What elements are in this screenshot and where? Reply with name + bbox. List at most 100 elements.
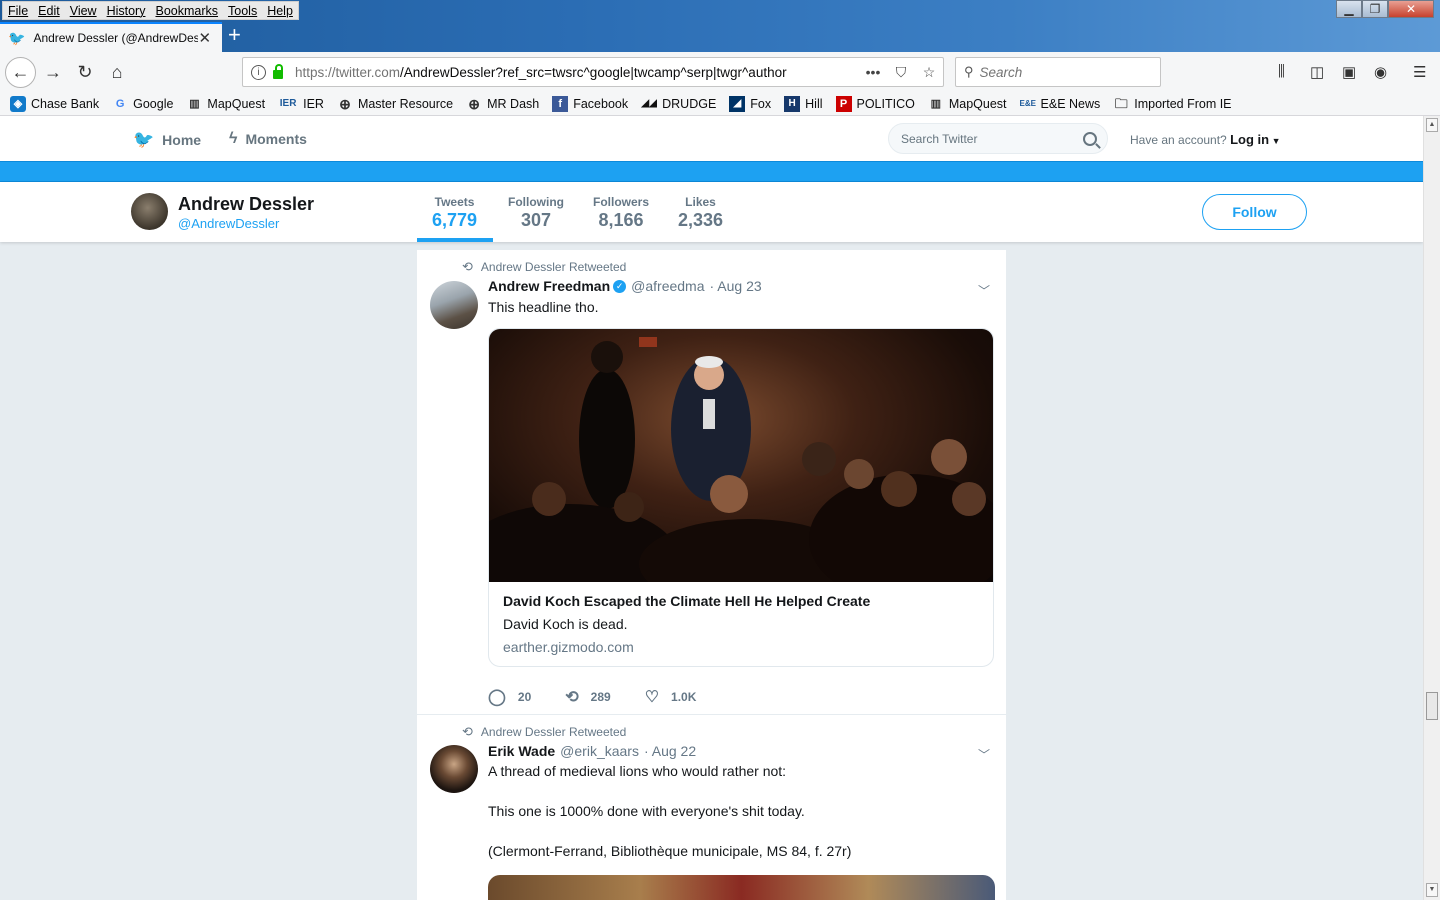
mapquest-icon: ▥ <box>930 97 942 110</box>
reload-button[interactable]: ↻ <box>71 58 99 86</box>
minimize-button[interactable]: ▁ <box>1336 0 1362 18</box>
profile-name[interactable]: Andrew Dessler <box>178 194 314 215</box>
menu-view[interactable]: View <box>65 2 102 19</box>
browser-search-placeholder: Search <box>979 64 1023 80</box>
bookmark-fox[interactable]: ◢ Fox <box>729 95 771 112</box>
page-viewport: 🐦 Home ϟ Moments Search Twitter Have an … <box>0 116 1423 900</box>
info-icon[interactable]: i <box>251 64 266 80</box>
scroll-down-arrow-icon[interactable]: ▼ <box>1426 883 1438 897</box>
browser-search-bar[interactable]: ⚲ Search <box>955 57 1161 87</box>
bookmark-ier[interactable]: IER IER <box>278 96 324 112</box>
card-domain: earther.gizmodo.com <box>503 639 634 655</box>
new-tab-button[interactable]: + <box>228 24 241 46</box>
menu-help[interactable]: Help <box>262 2 298 19</box>
tweet[interactable]: ⟲ Andrew Dessler Retweeted Andrew Freedma… <box>417 250 1006 714</box>
url-bar[interactable]: i https://twitter.com/AndrewDessler?ref_… <box>242 57 944 87</box>
menu-bar: File Edit View History Bookmarks Tools H… <box>2 1 299 20</box>
menu-bookmarks[interactable]: Bookmarks <box>150 2 223 19</box>
window-controls: ▁ ❐ ✕ <box>1336 0 1434 18</box>
page-actions-icon[interactable]: ••• <box>859 64 887 80</box>
tweet[interactable]: ⟲ Andrew Dessler Retweeted Erik Wade @eri… <box>417 715 1006 900</box>
tweet-date[interactable]: · Aug 22 <box>644 743 696 759</box>
browser-tab[interactable]: 🐦 Andrew Dessler (@AndrewDess ✕ <box>0 22 222 52</box>
author-name[interactable]: Erik Wade <box>488 743 555 759</box>
tweet-image[interactable] <box>488 875 995 900</box>
avatar[interactable] <box>430 745 478 793</box>
lightning-icon: ϟ <box>229 130 238 147</box>
library-icon[interactable]: ⫼ <box>1278 63 1285 80</box>
retweet-context: ⟲ Andrew Dessler Retweeted <box>462 724 627 739</box>
active-tab-indicator <box>417 238 493 242</box>
bookmark-chase-bank[interactable]: ◈ Chase Bank <box>10 95 99 112</box>
bookmark-politico[interactable]: P POLITICO <box>835 95 915 112</box>
stat-followers[interactable]: Followers 8,166 <box>593 195 649 231</box>
politico-icon: P <box>835 95 852 112</box>
scrollbar-thumb[interactable] <box>1426 692 1438 720</box>
bookmark-google[interactable]: G Google <box>112 96 174 112</box>
menu-edit[interactable]: Edit <box>33 2 65 19</box>
chevron-down-icon[interactable]: ﹀ <box>978 282 992 298</box>
home-button[interactable]: ⌂ <box>103 58 131 86</box>
chevron-down-icon[interactable]: ﹀ <box>978 746 992 762</box>
retweet-button[interactable]: ⟲ 289 <box>565 687 610 707</box>
bookmark-ee-news[interactable]: E&E E&E News <box>1020 96 1101 112</box>
reply-button[interactable]: ◯ 20 <box>488 687 531 707</box>
bookmark-master-resource[interactable]: ⊕ Master Resource <box>337 96 453 112</box>
forward-button[interactable]: → <box>39 58 67 86</box>
stat-tweets[interactable]: Tweets 6,779 <box>432 195 477 231</box>
menu-file[interactable]: File <box>3 2 33 19</box>
bookmark-facebook[interactable]: f Facebook <box>552 95 628 112</box>
search-icon: ⚲ <box>964 64 974 79</box>
tweet-header: Erik Wade @erik_kaars · Aug 22 <box>488 743 696 759</box>
bookmark-star-icon[interactable]: ☆ <box>915 64 943 81</box>
close-window-button[interactable]: ✕ <box>1388 0 1434 18</box>
author-handle[interactable]: @erik_kaars <box>560 743 639 759</box>
page-scrollbar[interactable]: ▲ ▼ <box>1423 116 1440 900</box>
maximize-button[interactable]: ❐ <box>1362 0 1388 18</box>
tweet-text: This headline tho. <box>488 299 599 315</box>
reply-icon: ◯ <box>488 689 506 706</box>
nav-home[interactable]: 🐦 Home <box>133 130 201 150</box>
avatar[interactable] <box>430 281 478 329</box>
bookmark-mapquest-2[interactable]: ▥ MapQuest <box>928 96 1007 112</box>
close-tab-icon[interactable]: ✕ <box>198 29 211 47</box>
bookmark-drudge[interactable]: ◢◢ DRUDGE <box>641 96 716 112</box>
drudge-icon: ◢◢ <box>641 97 657 109</box>
sidebar-icon[interactable]: ◫ <box>1310 63 1324 81</box>
back-button[interactable]: ← <box>5 57 36 88</box>
profile-avatar[interactable] <box>131 193 168 230</box>
bookmark-hill[interactable]: H Hill <box>784 95 823 112</box>
account-icon[interactable]: ◉ <box>1374 63 1387 81</box>
bookmarks-toolbar: ◈ Chase Bank G Google ▥ MapQuest IER IER ⊕ Ma… <box>0 92 1440 116</box>
tweet-date[interactable]: · Aug 23 <box>710 278 762 294</box>
twitter-search-input[interactable]: Search Twitter <box>888 123 1108 154</box>
stat-following[interactable]: Following 307 <box>508 195 564 231</box>
tweet-text-line: This one is 1000% done with everyone's s… <box>488 803 805 819</box>
profile-handle[interactable]: @AndrewDessler <box>178 216 279 231</box>
nav-moments[interactable]: ϟ Moments <box>229 130 307 148</box>
follow-button[interactable]: Follow <box>1202 194 1307 230</box>
menu-tools[interactable]: Tools <box>223 2 262 19</box>
menu-history[interactable]: History <box>102 2 151 19</box>
author-handle[interactable]: @afreedma <box>631 278 704 294</box>
profile-banner <box>0 161 1423 182</box>
bookmark-mr-dash[interactable]: ⊕ MR Dash <box>466 96 539 112</box>
magnifier-icon[interactable] <box>1083 131 1097 146</box>
pocket-icon[interactable]: ⛉ <box>887 64 915 81</box>
stat-likes[interactable]: Likes 2,336 <box>678 195 723 231</box>
timeline: ⟲ Andrew Dessler Retweeted Andrew Freedma… <box>417 250 1006 900</box>
scroll-up-arrow-icon[interactable]: ▲ <box>1426 118 1438 132</box>
chevron-down-icon[interactable]: ▼ <box>1269 136 1281 146</box>
bookmark-imported-from-ie[interactable]: 🗀 Imported From IE <box>1113 96 1232 112</box>
extension-icon[interactable]: ▣ <box>1342 63 1356 81</box>
nav-home-label: Home <box>162 132 202 148</box>
link-card[interactable]: David Koch Escaped the Climate Hell He H… <box>488 328 994 667</box>
ier-icon: IER <box>279 97 297 109</box>
author-name[interactable]: Andrew Freedman <box>488 278 610 294</box>
twitter-bird-icon: 🐦 <box>133 130 155 149</box>
hamburger-menu-icon[interactable]: ☰ <box>1413 63 1426 81</box>
bookmark-mapquest[interactable]: ▥ MapQuest <box>186 96 265 112</box>
login-link[interactable]: Log in <box>1230 132 1269 147</box>
tweet-text-line: A thread of medieval lions who would rat… <box>488 763 787 779</box>
like-button[interactable]: ♡ 1.0K <box>645 687 697 707</box>
